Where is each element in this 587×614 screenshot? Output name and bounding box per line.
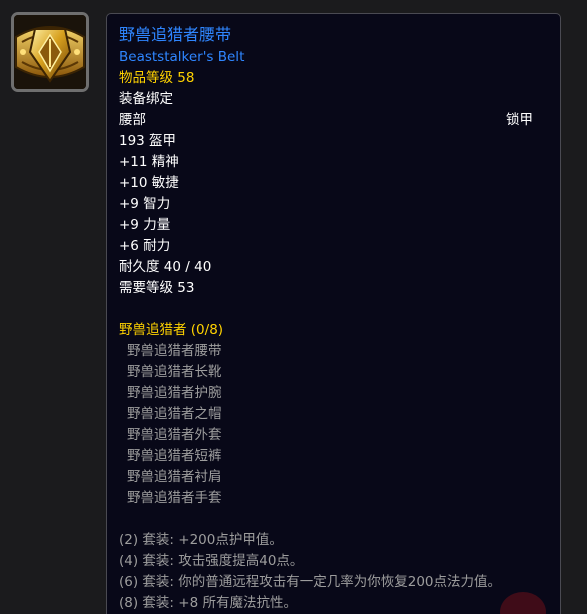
stat-line: +6 耐力 (119, 238, 171, 254)
item-level: 物品等级 58 (119, 70, 195, 86)
armor-type-text: 锁甲 (506, 112, 533, 128)
set-bonus: (6) 套装: 你的普通远程攻击有一定几率为你恢复200点法力值。 (119, 574, 502, 590)
set-bonus: (4) 套装: 攻击强度提高40点。 (119, 553, 304, 569)
set-bonus: (2) 套装: +200点护甲值。 (119, 532, 283, 548)
required-level-text: 需要等级 53 (119, 280, 195, 296)
set-piece: 野兽追猎者之帽 (127, 406, 222, 422)
stat-line: +9 智力 (119, 196, 171, 212)
set-piece: 野兽追猎者短裤 (127, 448, 222, 464)
set-piece: 野兽追猎者衬肩 (127, 469, 222, 485)
item-tooltip (106, 13, 561, 614)
set-piece: 野兽追猎者手套 (127, 490, 222, 506)
golden-belt-icon (14, 15, 86, 89)
stat-line: +10 敏捷 (119, 175, 179, 191)
set-piece: 野兽追猎者外套 (127, 427, 222, 443)
binding-text: 装备绑定 (119, 91, 173, 107)
set-piece: 野兽追猎者长靴 (127, 364, 222, 380)
slot-text: 腰部 (119, 112, 146, 128)
item-name: 野兽追猎者腰带 (119, 25, 232, 44)
set-title: 野兽追猎者 (0/8) (119, 322, 224, 338)
armor-value: 193 盔甲 (119, 133, 177, 149)
set-piece: 野兽追猎者腰带 (127, 343, 222, 359)
set-bonus: (8) 套装: +8 所有魔法抗性。 (119, 595, 297, 611)
durability-text: 耐久度 40 / 40 (119, 259, 212, 275)
stat-line: +9 力量 (119, 217, 171, 233)
item-icon (11, 12, 89, 92)
item-english-name: Beaststalker's Belt (119, 49, 245, 65)
set-piece: 野兽追猎者护腕 (127, 385, 222, 401)
stat-line: +11 精神 (119, 154, 179, 170)
